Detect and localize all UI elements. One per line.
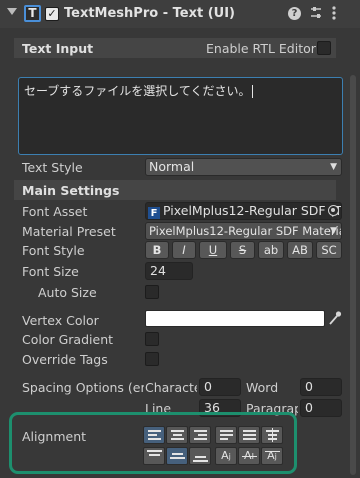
foldout-arrow-icon[interactable] bbox=[7, 8, 17, 15]
inspector-scrollbar[interactable] bbox=[350, 75, 356, 475]
font-asset-label: Font Asset bbox=[22, 204, 88, 219]
textmeshpro-icon: T bbox=[24, 5, 41, 22]
component-enabled-checkbox[interactable]: ✓ bbox=[45, 7, 59, 21]
font-size-label: Font Size bbox=[22, 264, 79, 279]
color-gradient-checkbox[interactable] bbox=[145, 332, 159, 346]
material-preset-dropdown[interactable]: PixelMplus12-Regular SDF Materia ▼ bbox=[145, 222, 342, 240]
alignment-highlight-box bbox=[9, 412, 297, 474]
font-style-label: Font Style bbox=[22, 243, 85, 258]
enable-rtl-editor-checkbox[interactable] bbox=[317, 41, 331, 55]
text-style-label: Text Style bbox=[22, 160, 83, 175]
font-style-underline-button[interactable]: U bbox=[199, 241, 227, 259]
dropdown-arrow-icon: ▼ bbox=[330, 162, 337, 172]
text-input-value: セーブするファイルを選択してください。 bbox=[24, 84, 251, 98]
font-style-strikethrough-button[interactable]: S bbox=[230, 241, 255, 259]
font-asset-field[interactable]: F PixelMplus12-Regular SDF (T bbox=[145, 202, 342, 220]
main-settings-section-label: Main Settings bbox=[22, 183, 120, 198]
auto-size-checkbox[interactable] bbox=[145, 285, 159, 299]
spacing-options-label: Spacing Options (em bbox=[22, 380, 144, 395]
character-spacing-label: Characte bbox=[145, 380, 197, 395]
text-style-value: Normal bbox=[149, 159, 195, 174]
color-gradient-label: Color Gradient bbox=[22, 332, 114, 347]
text-input-section-label: Text Input bbox=[22, 41, 94, 56]
dropdown-arrow-icon: ▼ bbox=[330, 226, 337, 236]
enable-rtl-editor-label: Enable RTL Editor bbox=[206, 41, 316, 56]
preset-icon[interactable] bbox=[309, 5, 323, 21]
font-size-field[interactable]: 24 bbox=[145, 262, 193, 280]
object-picker-icon[interactable] bbox=[328, 205, 339, 216]
override-tags-checkbox[interactable] bbox=[145, 352, 159, 366]
character-spacing-field[interactable]: 0 bbox=[199, 378, 241, 396]
material-preset-value: PixelMplus12-Regular SDF Materia bbox=[149, 224, 342, 238]
font-asset-icon: F bbox=[148, 207, 160, 219]
component-header: T ✓ TextMeshPro - Text (UI) ? bbox=[0, 0, 360, 28]
font-style-uppercase-button[interactable]: AB bbox=[287, 241, 313, 259]
vertex-color-swatch[interactable] bbox=[145, 310, 325, 327]
material-preset-label: Material Preset bbox=[22, 224, 116, 239]
paragraph-spacing-field[interactable]: 0 bbox=[300, 399, 342, 417]
text-input-area[interactable]: セーブするファイルを選択してください。 bbox=[18, 77, 343, 155]
font-style-lowercase-button[interactable]: ab bbox=[258, 241, 284, 259]
eyedropper-icon[interactable] bbox=[328, 310, 342, 326]
vertex-color-label: Vertex Color bbox=[22, 313, 99, 328]
auto-size-label: Auto Size bbox=[38, 285, 97, 300]
font-asset-value: PixelMplus12-Regular SDF (T bbox=[163, 203, 342, 218]
more-icon[interactable] bbox=[331, 5, 337, 21]
component-title: TextMeshPro - Text (UI) bbox=[64, 6, 235, 21]
word-spacing-field[interactable]: 0 bbox=[300, 378, 342, 396]
text-style-dropdown[interactable]: Normal ▼ bbox=[145, 158, 342, 176]
font-style-smallcaps-button[interactable]: SC bbox=[316, 241, 342, 259]
help-icon[interactable]: ? bbox=[288, 7, 301, 20]
font-style-bold-button[interactable]: B bbox=[145, 241, 169, 259]
font-style-italic-button[interactable]: I bbox=[172, 241, 196, 259]
text-cursor bbox=[251, 85, 253, 98]
word-spacing-label: Word bbox=[246, 380, 279, 395]
override-tags-label: Override Tags bbox=[22, 352, 108, 367]
